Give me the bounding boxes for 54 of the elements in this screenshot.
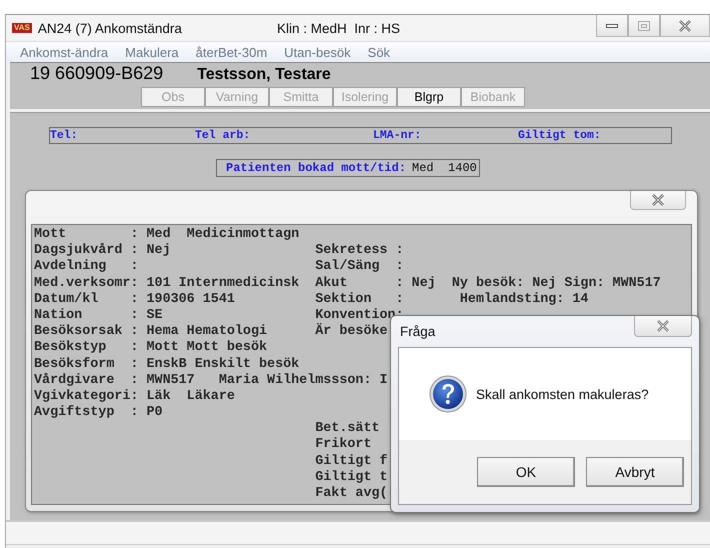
flag-button[interactable]: Blgrp <box>397 87 461 107</box>
booking-value: Med 1400 <box>412 161 477 175</box>
detail-text: Vårdgivare : MWN517 Maria Wilhelmssson: I <box>34 372 388 388</box>
detail-text: Med.verksomr: 101 Internmedicinsk <box>34 276 300 291</box>
window-title: AN24 (7) Ankomständra <box>38 20 182 36</box>
minimize-icon <box>606 22 618 28</box>
detail-text: Frikort <box>315 437 372 452</box>
detail-text: Avdelning : <box>34 259 138 274</box>
app-logo: VAS <box>12 23 32 33</box>
detail-text: Giltigt f <box>315 454 388 469</box>
detail-text: Sekretess : <box>315 243 404 258</box>
detail-text: Dagsjukvård : Nej <box>34 243 171 258</box>
detail-text: Akut : Nej Ny besök: Nej Sign: MWN517 <box>315 276 661 291</box>
detail-text: Besöksorsak : Hema Hematologi <box>34 324 268 340</box>
detail-text: Är besöke <box>315 324 388 340</box>
field-label: Tel arb: <box>195 129 252 142</box>
detail-text: Avgiftstyp : P0 <box>34 405 163 420</box>
detail-text: Giltigt t <box>315 470 388 485</box>
field-label: LMA-nr: <box>373 129 422 142</box>
patient-name: Testsson, Testare <box>197 66 331 84</box>
detail-text: Mott : Med Medicinmottagn <box>34 227 300 242</box>
field-label: Giltigt tom: <box>518 129 601 142</box>
minimize-button[interactable] <box>596 15 628 37</box>
maximize-icon <box>638 20 650 30</box>
close-button[interactable] <box>630 191 686 210</box>
booking-label: Patienten bokad mott/tid: <box>226 161 406 175</box>
detail-text: Besöksform : EnskB Enskilt besök <box>34 356 300 372</box>
close-button[interactable] <box>660 15 710 37</box>
close-button[interactable] <box>634 316 692 337</box>
dialog-message: Skall ankomsten makuleras? <box>476 386 649 402</box>
menu-item[interactable]: Sök <box>368 44 390 60</box>
detail-text: Konvention: <box>315 308 404 323</box>
detail-text: Vgivkategori: Läk Läkare <box>34 388 235 404</box>
menu-item[interactable]: Utan-besök <box>284 44 351 60</box>
question-icon <box>429 375 467 413</box>
clinic-info: Klin : MedH Inr : HS <box>276 20 400 36</box>
dialog-button[interactable]: Avbryt <box>586 457 684 487</box>
detail-text: Bet.sätt <box>315 421 380 436</box>
detail-text: Sal/Säng : <box>315 259 404 274</box>
detail-text: Besökstyp : Mott Mott besök <box>34 340 268 356</box>
detail-text: Fakt avg( <box>315 486 388 501</box>
detail-text: Sektion : Hemlandsting: 14 <box>315 292 588 307</box>
patient-id: 19 660909-B629 <box>30 63 164 84</box>
detail-text: Datum/kl : 190306 1541 <box>34 292 235 307</box>
dialog-title: Fråga <box>400 324 436 339</box>
close-icon <box>651 194 665 206</box>
close-icon <box>656 320 670 332</box>
field-label: Tel: <box>50 129 79 142</box>
menu-item[interactable]: Makulera <box>125 44 179 60</box>
dialog-button[interactable]: OK <box>477 457 575 487</box>
menu-item[interactable]: Ankomst-ändra <box>20 44 108 60</box>
close-icon <box>678 20 692 32</box>
detail-text: Nation : SE <box>34 308 163 323</box>
menu-item[interactable]: återBet-30m <box>196 44 268 60</box>
